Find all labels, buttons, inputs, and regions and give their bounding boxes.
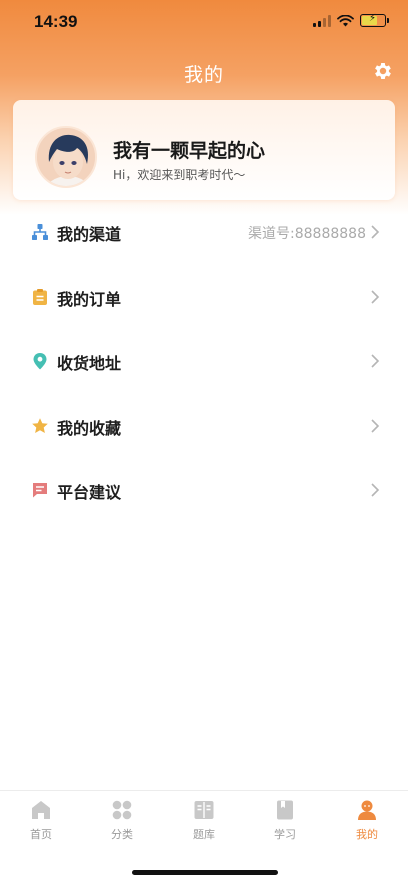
feedback-icon bbox=[33, 483, 47, 498]
home-icon bbox=[32, 801, 50, 819]
home-indicator bbox=[132, 870, 278, 875]
location-icon bbox=[33, 353, 47, 370]
battery-icon: ⚡ bbox=[360, 13, 389, 27]
menu-label: 我的渠道 bbox=[57, 225, 122, 244]
nav-bar: 我的 bbox=[0, 50, 408, 94]
star-icon bbox=[32, 417, 48, 433]
menu-label: 平台建议 bbox=[57, 483, 122, 502]
menu-label: 我的订单 bbox=[57, 289, 122, 309]
channel-number: 渠道号:88888888 bbox=[248, 226, 366, 242]
page-title: 我的 bbox=[183, 64, 224, 86]
channel-icon bbox=[32, 224, 48, 240]
tab-question-bank[interactable]: 题库 bbox=[174, 799, 234, 849]
menu-item-orders[interactable]: 我的订单 bbox=[0, 265, 408, 330]
chevron-right-icon bbox=[371, 418, 380, 433]
tab-study[interactable]: 学习 bbox=[255, 799, 315, 849]
menu-item-favorites[interactable]: 我的收藏 bbox=[0, 394, 408, 459]
tab-label: 首页 bbox=[30, 828, 52, 841]
chevron-right-icon bbox=[371, 289, 380, 304]
profile-card[interactable]: 我有一颗早起的心 Hi，欢迎来到职考时代～ bbox=[13, 100, 395, 200]
chevron-right-icon bbox=[371, 225, 380, 239]
tab-profile[interactable]: 我的 bbox=[337, 799, 397, 849]
tab-label: 学习 bbox=[274, 828, 296, 841]
menu-list: 我的渠道 渠道号:88888888 我的订单 收货地址 我的收藏 平台建议 bbox=[0, 200, 408, 523]
menu-item-address[interactable]: 收货地址 bbox=[0, 329, 408, 394]
menu-label: 收货地址 bbox=[57, 354, 122, 373]
status-time: 14:39 bbox=[34, 12, 78, 31]
order-icon bbox=[33, 288, 47, 305]
status-bar: 14:39 ⚡ bbox=[0, 0, 408, 46]
menu-item-feedback[interactable]: 平台建议 bbox=[0, 458, 408, 523]
question-bank-icon bbox=[194, 801, 214, 819]
chevron-right-icon bbox=[371, 483, 380, 497]
chevron-right-icon bbox=[371, 354, 380, 368]
avatar[interactable] bbox=[35, 126, 97, 188]
settings-gear-icon[interactable] bbox=[372, 60, 394, 82]
tab-label: 分类 bbox=[111, 828, 133, 841]
tab-label: 我的 bbox=[356, 828, 378, 841]
profile-icon bbox=[358, 800, 376, 820]
study-icon bbox=[277, 800, 293, 820]
menu-item-channel[interactable]: 我的渠道 渠道号:88888888 bbox=[0, 200, 408, 265]
tab-category[interactable]: 分类 bbox=[92, 799, 152, 849]
wifi-icon bbox=[337, 14, 354, 26]
category-icon bbox=[112, 800, 132, 820]
tab-home[interactable]: 首页 bbox=[11, 799, 71, 849]
profile-greeting: Hi，欢迎来到职考时代～ bbox=[113, 168, 246, 182]
signal-icon bbox=[313, 14, 331, 27]
menu-label: 我的收藏 bbox=[57, 418, 122, 438]
profile-name: 我有一颗早起的心 bbox=[113, 140, 266, 162]
tab-label: 题库 bbox=[193, 828, 215, 841]
status-icons: ⚡ bbox=[313, 13, 389, 27]
